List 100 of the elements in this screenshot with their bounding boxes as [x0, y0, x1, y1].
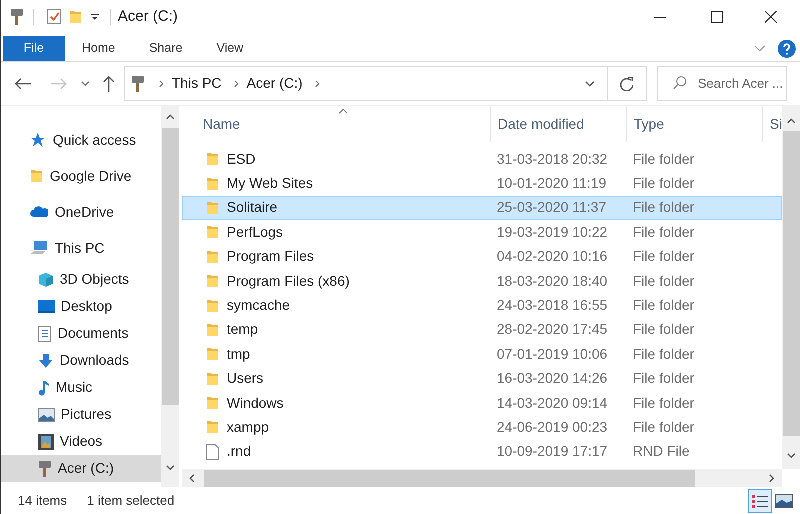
file-name: My Web Sites [227, 174, 314, 194]
scroll-up-icon[interactable] [786, 118, 796, 124]
folder-icon [206, 273, 219, 290]
cube-icon [38, 272, 54, 288]
file-icon [206, 444, 219, 460]
file-row[interactable]: xampp 24-06-2019 00:23 File folder [182, 415, 782, 440]
customize-toolbar-icon[interactable] [90, 12, 100, 22]
file-row[interactable]: ESD 31-03-2018 20:32 File folder [182, 147, 782, 172]
nav-item[interactable]: Pictures [1, 401, 161, 428]
ribbon-tab[interactable]: Share [132, 36, 200, 61]
scrollbar[interactable] [782, 106, 800, 469]
drive-icon [38, 460, 52, 478]
scroll-down-icon[interactable] [786, 453, 796, 459]
type-cell-text: File folder [632, 247, 696, 266]
close-icon[interactable] [765, 11, 777, 23]
scrollbar-thumb[interactable] [204, 470, 695, 486]
dropdown-icon[interactable] [585, 80, 595, 86]
scroll-right-icon[interactable] [769, 474, 775, 482]
file-row[interactable]: symcache 24-03-2018 16:55 File folder [182, 293, 782, 318]
type-cell-text: File folder [632, 272, 696, 291]
maximize-icon[interactable] [711, 11, 723, 23]
nav-item[interactable]: Videos [1, 428, 161, 455]
date-cell-text: 10-01-2020 11:19 [496, 174, 608, 194]
scroll-up-icon[interactable] [166, 114, 174, 120]
file-row[interactable]: Windows 14-03-2020 09:14 File folder [182, 390, 782, 416]
drive-icon [131, 74, 145, 92]
chevron-icon[interactable] [234, 80, 240, 88]
file-row[interactable]: Solitaire 25-03-2020 11:37 File folder [182, 196, 782, 220]
file-row[interactable]: My Web Sites 10-01-2020 11:19 File folder [182, 171, 782, 196]
scrollbar[interactable] [182, 469, 782, 487]
date-cell-text: 10-09-2019 17:17 [496, 442, 609, 462]
refresh-icon[interactable] [620, 76, 634, 90]
folder-icon [206, 370, 219, 387]
selection-count: 1 item selected [87, 492, 175, 510]
column-header[interactable]: Date modified [490, 106, 626, 142]
file-row[interactable]: Program Files 04-02-2020 10:16 File folder [182, 244, 782, 269]
type-cell-text: File folder [632, 174, 696, 194]
nav-item[interactable]: Downloads [1, 347, 161, 374]
nav-item[interactable]: 3D Objects [1, 266, 161, 293]
download-icon [38, 352, 54, 368]
file-name: Program Files [227, 247, 314, 266]
date-cell-text: 14-03-2020 09:14 [496, 394, 609, 413]
scroll-down-icon[interactable] [166, 465, 174, 471]
file-row[interactable]: .rnd 10-09-2019 17:17 RND File [182, 440, 782, 464]
file-name: temp [227, 320, 258, 340]
scrollbar-thumb[interactable] [162, 128, 178, 405]
scrollbar-thumb[interactable] [782, 131, 800, 436]
back-arrow-icon[interactable] [15, 78, 31, 90]
date-cell-text: 25-03-2020 11:37 [496, 198, 608, 218]
date-cell-text: 24-03-2018 16:55 [496, 296, 609, 316]
date-cell-text: 28-02-2020 17:45 [496, 320, 609, 340]
type-cell-text: File folder [632, 198, 696, 218]
folder-icon [206, 395, 219, 412]
up-arrow-icon[interactable] [103, 76, 115, 92]
file-button[interactable]: File [3, 36, 65, 61]
column-header[interactable]: Name [182, 106, 490, 142]
breadcrumb[interactable]: This PC [172, 73, 222, 94]
breadcrumb[interactable]: Acer (C:) [246, 73, 303, 94]
properties-icon[interactable] [47, 9, 63, 25]
address-bar[interactable]: This PC Acer (C:) [124, 66, 647, 101]
search-field[interactable]: Search Acer ... [657, 66, 787, 101]
nav-item[interactable]: Documents [1, 320, 161, 347]
film-icon [38, 434, 54, 450]
nav-item[interactable]: Desktop [1, 293, 161, 320]
date-cell-text: 16-03-2020 14:26 [496, 369, 609, 388]
nav-item[interactable]: OneDrive [1, 194, 161, 230]
recent-locations-icon[interactable] [81, 80, 90, 86]
music-note-icon [38, 380, 50, 396]
date-cell-text: 04-02-2020 10:16 [496, 247, 609, 266]
column-header[interactable]: Type [626, 106, 762, 142]
type-cell-text: File folder [632, 296, 696, 316]
nav-item[interactable]: Music [1, 374, 161, 401]
chevron-icon[interactable] [314, 80, 321, 88]
scrollbar[interactable] [161, 106, 179, 487]
ribbon-tab[interactable]: View [200, 36, 261, 61]
file-row[interactable]: Users 16-03-2020 14:26 File folder [182, 366, 782, 391]
details-view-button[interactable] [748, 488, 772, 512]
file-row[interactable]: temp 28-02-2020 17:45 File folder [182, 318, 782, 342]
nav-item[interactable]: Google Drive [1, 158, 161, 194]
folder-icon [206, 200, 219, 216]
type-cell-text: File folder [632, 320, 696, 340]
monitor-icon [38, 300, 55, 313]
ribbon-tab[interactable]: Home [65, 36, 132, 61]
file-name: Windows [227, 394, 284, 413]
expand-ribbon-icon[interactable] [754, 44, 766, 52]
file-row[interactable]: Program Files (x86) 18-03-2020 18:40 File folder [182, 268, 782, 294]
scroll-left-icon[interactable] [189, 474, 195, 482]
nav-item[interactable]: Quick access [1, 122, 161, 158]
document-icon [38, 326, 52, 342]
type-cell-text: File folder [632, 150, 696, 169]
file-row[interactable]: PerfLogs 19-03-2019 10:22 File folder [182, 220, 782, 245]
nav-item[interactable]: Acer (C:) [1, 455, 161, 482]
nav-item[interactable]: This PC [1, 230, 161, 266]
drive-icon[interactable] [10, 8, 24, 26]
folder-icon [206, 248, 219, 265]
chevron-icon [159, 80, 165, 88]
help-icon[interactable] [778, 40, 796, 58]
search-icon [673, 76, 687, 90]
folder-icon [206, 419, 219, 436]
file-row[interactable]: tmp 07-01-2019 10:06 File folder [182, 342, 782, 367]
